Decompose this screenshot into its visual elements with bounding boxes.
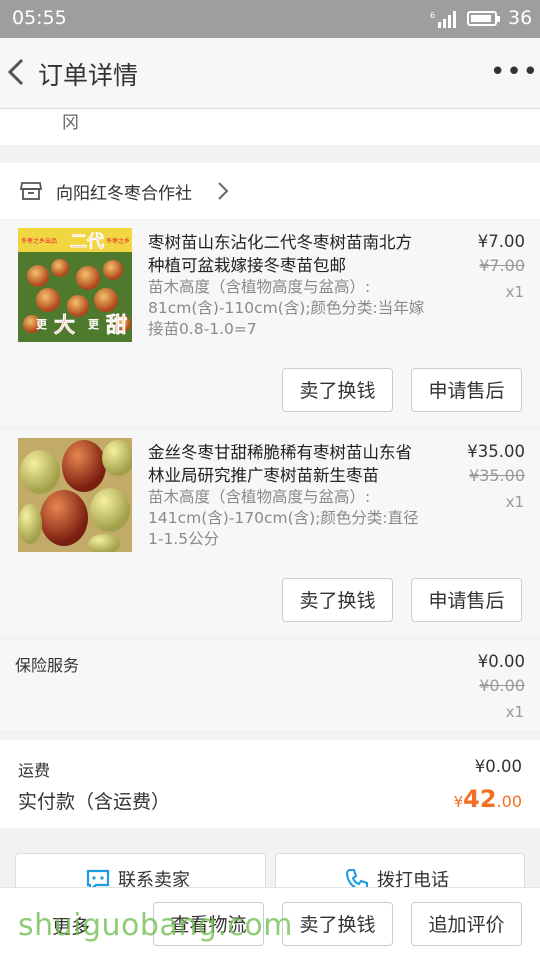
view-logistics-button[interactable]: 查看物流 xyxy=(153,902,264,946)
sell-for-cash-button[interactable]: 卖了换钱 xyxy=(282,902,393,946)
apply-after-sale-button[interactable]: 申请售后 xyxy=(411,368,522,412)
total-label: 实付款（含运费） xyxy=(18,791,171,813)
thumb-text-b: 大 xyxy=(54,313,75,337)
shop-name[interactable]: 向阳红冬枣合作社 xyxy=(56,179,192,204)
status-bar: 05:55 6 36 xyxy=(0,0,540,38)
insurance-label: 保险服务 xyxy=(15,656,80,675)
apply-after-sale-button[interactable]: 申请售后 xyxy=(411,578,522,622)
product-title[interactable]: 枣树苗山东沾化二代冬枣树苗南北方种植可盆栽嫁接冬枣苗包邮 xyxy=(148,231,428,277)
order-item[interactable]: 冬枣之乡出品 二代 冬枣之乡 更 大 更 甜 枣树苗山东沾化二代冬枣树苗南北方种… xyxy=(0,221,540,426)
svg-text:6: 6 xyxy=(430,11,435,20)
thumb-text-a: 更 xyxy=(36,318,48,331)
shop-icon xyxy=(20,182,42,200)
battery-icon xyxy=(467,11,500,26)
signal-icon: 6 xyxy=(430,11,456,28)
thumb-text-left: 冬枣之乡出品 xyxy=(21,237,57,245)
chevron-right-icon xyxy=(218,182,229,200)
shipping-value: ¥0.00 xyxy=(474,757,522,776)
address-section-partial: 冈 xyxy=(0,109,540,145)
page-title: 订单详情 xyxy=(38,61,139,90)
product-thumbnail[interactable]: 冬枣之乡出品 二代 冬枣之乡 更 大 更 甜 xyxy=(18,228,132,342)
insurance-service-row: 保险服务 ¥0.00 ¥0.00 x1 xyxy=(0,640,540,730)
product-price: ¥35.00 xyxy=(467,442,525,461)
add-review-button[interactable]: 追加评价 xyxy=(411,902,522,946)
nav-bar: 订单详情 ••• xyxy=(0,38,540,109)
product-sku: 苗木高度（含植物高度与盆高）: 141cm(含)-170cm(含);颜色分类:直… xyxy=(148,488,419,548)
shipping-label: 运费 xyxy=(18,761,51,780)
insurance-price: ¥0.00 xyxy=(477,652,525,671)
total-integer: 42 xyxy=(463,785,497,813)
product-price: ¥7.00 xyxy=(477,232,525,251)
battery-percent: 36 xyxy=(508,7,533,29)
product-original-price: ¥35.00 xyxy=(469,466,525,485)
more-menu-icon[interactable]: ••• xyxy=(490,59,539,85)
thumb-text-d: 甜 xyxy=(106,313,127,337)
thumb-text-main: 二代 xyxy=(70,231,104,252)
thumb-text-right: 冬枣之乡 xyxy=(106,237,130,245)
insurance-quantity: x1 xyxy=(505,703,524,721)
insurance-original-price: ¥0.00 xyxy=(479,676,525,695)
back-arrow-icon[interactable] xyxy=(4,54,30,90)
order-item[interactable]: 金丝冬枣甘甜稀脆稀有枣树苗山东省林业局研究推广枣树苗新生枣苗 苗木高度（含植物高… xyxy=(0,431,540,636)
product-thumbnail[interactable] xyxy=(18,438,132,552)
sell-for-cash-button[interactable]: 卖了换钱 xyxy=(282,578,393,622)
product-original-price: ¥7.00 xyxy=(479,256,525,275)
status-time: 05:55 xyxy=(12,7,67,29)
product-sku: 苗木高度（含植物高度与盆高）: 81cm(含)-110cm(含);颜色分类:当年… xyxy=(148,278,425,338)
more-actions-button[interactable]: 更多 xyxy=(52,912,90,939)
product-title[interactable]: 金丝冬枣甘甜稀脆稀有枣树苗山东省林业局研究推广枣树苗新生枣苗 xyxy=(148,441,428,487)
total-amount: ¥42.00 xyxy=(454,785,522,813)
thumb-text-c: 更 xyxy=(88,318,100,331)
product-quantity: x1 xyxy=(505,493,524,511)
shop-header[interactable]: 向阳红冬枣合作社 xyxy=(0,163,540,219)
contact-row: 联系卖家 拨打电话 xyxy=(0,840,540,893)
partial-address-text: 冈 xyxy=(62,113,79,133)
payment-summary: 运费 ¥0.00 实付款（含运费） ¥42.00 xyxy=(0,740,540,828)
sell-for-cash-button[interactable]: 卖了换钱 xyxy=(282,368,393,412)
bottom-action-bar: 更多 查看物流 卖了换钱 追加评价 xyxy=(0,887,540,961)
total-decimal: .00 xyxy=(496,792,522,811)
total-currency: ¥ xyxy=(453,793,464,811)
product-quantity: x1 xyxy=(505,283,524,301)
